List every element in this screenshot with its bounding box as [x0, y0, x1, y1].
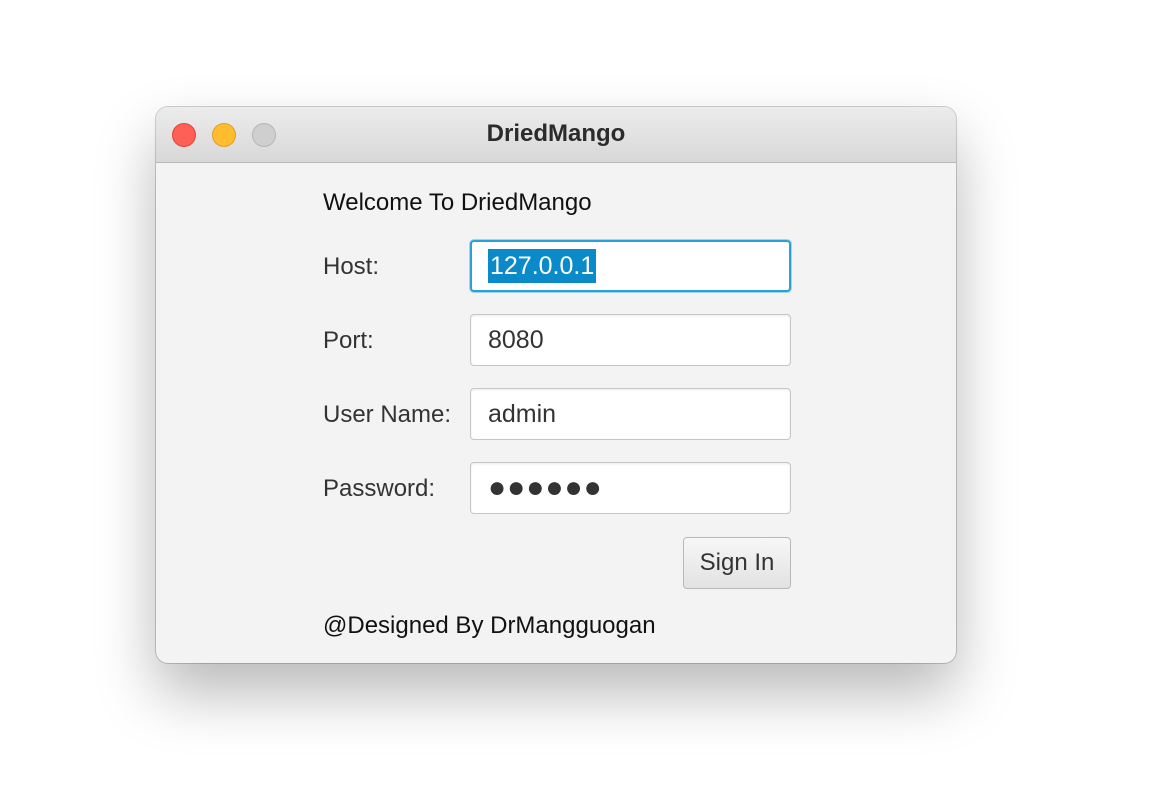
welcome-text: Welcome To DriedMango — [323, 189, 592, 216]
sign-in-button[interactable]: Sign In — [683, 537, 791, 589]
username-label: User Name: — [323, 401, 452, 428]
login-window: DriedMango Welcome To DriedMango Host: 1… — [156, 107, 956, 663]
window-title: DriedMango — [486, 120, 626, 147]
port-input[interactable]: 8080 — [470, 314, 791, 366]
host-label: Host: — [323, 253, 380, 280]
host-input[interactable]: 127.0.0.1 — [470, 240, 791, 292]
title-bar[interactable]: DriedMango — [156, 107, 956, 163]
password-input[interactable]: ●●●●●● — [470, 462, 791, 514]
host-input-value: 127.0.0.1 — [488, 249, 597, 283]
password-label: Password: — [323, 475, 436, 502]
port-label: Port: — [323, 327, 374, 354]
password-mask: ●●●●●● — [488, 471, 603, 504]
username-input-value: admin — [488, 400, 557, 428]
port-input-value: 8080 — [488, 326, 544, 354]
username-input[interactable]: admin — [470, 388, 791, 440]
footer-credit: @Designed By DrMangguogan — [323, 612, 656, 639]
